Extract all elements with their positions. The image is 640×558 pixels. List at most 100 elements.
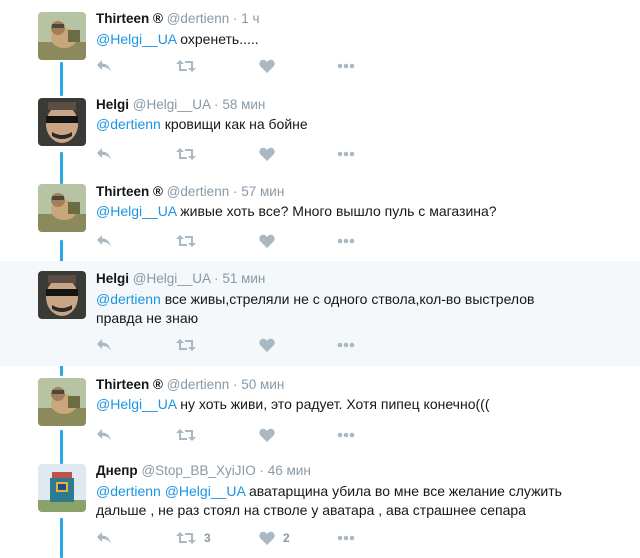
user-handle[interactable]: @Helgi__UA: [133, 271, 211, 286]
avatar-image: [38, 378, 86, 426]
user-handle[interactable]: @dertienn: [167, 377, 230, 392]
more-button[interactable]: [337, 56, 355, 76]
more-button[interactable]: [337, 335, 355, 355]
tweet-header: Thirteen ® @dertienn · 50 мин: [96, 376, 284, 394]
reply-icon: [97, 339, 111, 351]
user-handle[interactable]: @Stop_BB_XyiJIO: [141, 463, 255, 478]
retweet-button[interactable]: [176, 144, 204, 164]
mention-link[interactable]: @dertienn: [96, 483, 161, 499]
more-icon: [337, 342, 355, 348]
tweet-text: @Helgi__UA охренеть.....: [96, 30, 576, 49]
like-button[interactable]: 2: [259, 528, 290, 548]
reply-button[interactable]: [96, 56, 112, 76]
separator: ·: [232, 11, 238, 26]
avatar[interactable]: [38, 12, 86, 60]
more-icon: [337, 535, 355, 541]
tweet-header: Helgi @Helgi__UA · 51 мин: [96, 270, 265, 288]
like-button[interactable]: [259, 144, 283, 164]
timestamp[interactable]: 57 мин: [241, 184, 284, 199]
display-name[interactable]: Thirteen ®: [96, 11, 163, 26]
avatar[interactable]: [38, 98, 86, 146]
retweet-button[interactable]: [176, 425, 204, 445]
mention-link[interactable]: @dertienn: [96, 116, 161, 132]
user-handle[interactable]: @Helgi__UA: [133, 97, 211, 112]
timestamp[interactable]: 46 мин: [268, 463, 311, 478]
text-fragment: ну хоть живи, это радует. Хотя пипец кон…: [176, 396, 490, 412]
more-button[interactable]: [337, 231, 355, 251]
avatar[interactable]: [38, 271, 86, 319]
retweet-count: 3: [204, 531, 211, 545]
more-button[interactable]: [337, 144, 355, 164]
like-icon: [259, 428, 275, 442]
display-name[interactable]: Thirteen ®: [96, 184, 163, 199]
like-icon: [259, 338, 275, 352]
mention-link[interactable]: @Helgi__UA: [96, 31, 176, 47]
avatar-image: [38, 98, 86, 146]
retweet-button[interactable]: [176, 335, 204, 355]
reply-icon: [97, 60, 111, 72]
separator: ·: [259, 463, 264, 478]
like-icon: [259, 234, 275, 248]
display-name[interactable]: Днепр: [96, 463, 138, 478]
avatar[interactable]: [38, 464, 86, 512]
tweet-actions: [96, 335, 376, 355]
reply-button[interactable]: [96, 528, 112, 548]
retweet-icon: [176, 339, 196, 351]
like-button[interactable]: [259, 425, 283, 445]
mention-link[interactable]: @Helgi__UA: [96, 396, 176, 412]
tweet[interactable]: Thirteen ® @dertienn · 50 мин @Helgi__UA…: [0, 366, 640, 454]
like-icon: [259, 59, 275, 73]
display-name[interactable]: Thirteen ®: [96, 377, 163, 392]
text-fragment: охренеть.....: [176, 31, 259, 47]
tweet[interactable]: Днепр @Stop_BB_XyiJIO · 46 мин @dertienn…: [0, 454, 640, 558]
reply-button[interactable]: [96, 144, 112, 164]
more-button[interactable]: [337, 528, 355, 548]
reply-button[interactable]: [96, 425, 112, 445]
like-icon: [259, 531, 275, 545]
mention-link[interactable]: @Helgi__UA: [165, 483, 245, 499]
timestamp[interactable]: 58 мин: [222, 97, 265, 112]
tweet-highlighted[interactable]: Helgi @Helgi__UA · 51 мин @dertienn все …: [0, 261, 640, 366]
separator: ·: [232, 377, 238, 392]
timestamp[interactable]: 50 мин: [241, 377, 284, 392]
tweet-actions: [96, 56, 376, 76]
avatar[interactable]: [38, 378, 86, 426]
avatar-image: [38, 271, 86, 319]
mention-link[interactable]: @dertienn: [96, 291, 161, 307]
tweet-actions: 3 2: [96, 528, 376, 548]
avatar[interactable]: [38, 184, 86, 232]
retweet-button[interactable]: [176, 56, 204, 76]
tweet[interactable]: Helgi @Helgi__UA · 58 мин @dertienn кров…: [0, 88, 640, 176]
tweet[interactable]: Thirteen ® @dertienn · 1 ч @Helgi__UA ох…: [0, 0, 640, 88]
like-button[interactable]: [259, 335, 283, 355]
like-button[interactable]: [259, 56, 283, 76]
tweet-text: @dertienn кровищи как на бойне: [96, 115, 576, 134]
like-icon: [259, 147, 275, 161]
more-icon: [337, 63, 355, 69]
retweet-icon: [176, 235, 196, 247]
mention-link[interactable]: @Helgi__UA: [96, 203, 176, 219]
user-handle[interactable]: @dertienn: [167, 184, 230, 199]
retweet-button[interactable]: 3: [176, 528, 211, 548]
retweet-button[interactable]: [176, 231, 204, 251]
reply-icon: [97, 429, 111, 441]
tweet-header: Thirteen ® @dertienn · 1 ч: [96, 10, 260, 28]
more-button[interactable]: [337, 425, 355, 445]
reply-icon: [97, 148, 111, 160]
display-name[interactable]: Helgi: [96, 271, 129, 286]
reply-button[interactable]: [96, 335, 112, 355]
timestamp[interactable]: 1 ч: [241, 11, 259, 26]
tweet-actions: [96, 231, 376, 251]
separator: ·: [214, 271, 219, 286]
reply-button[interactable]: [96, 231, 112, 251]
display-name[interactable]: Helgi: [96, 97, 129, 112]
reply-icon: [97, 235, 111, 247]
separator: ·: [232, 184, 238, 199]
timestamp[interactable]: 51 мин: [222, 271, 265, 286]
tweet[interactable]: Thirteen ® @dertienn · 57 мин @Helgi__UA…: [0, 176, 640, 260]
avatar-image: [38, 12, 86, 60]
retweet-icon: [176, 429, 196, 441]
like-button[interactable]: [259, 231, 283, 251]
user-handle[interactable]: @dertienn: [167, 11, 230, 26]
tweet-text: @dertienn все живы,стреляли не с одного …: [96, 290, 576, 328]
